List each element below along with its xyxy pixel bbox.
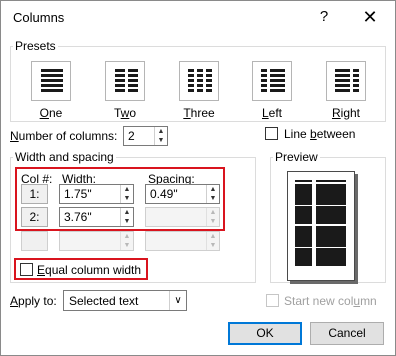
left-columns-icon xyxy=(261,69,285,92)
presets-group-label: Presets xyxy=(13,39,58,53)
cancel-button[interactable]: Cancel xyxy=(310,322,384,345)
width-spacing-group-label: Width and spacing xyxy=(13,150,116,164)
preset-three-button[interactable] xyxy=(179,61,219,101)
preset-two-label: Two xyxy=(113,106,137,120)
preset-left-label: Left xyxy=(261,106,283,120)
columns-dialog: Columns ? ✕ Presets One Two Three Left R… xyxy=(0,0,396,356)
title-bar: Columns ? ✕ xyxy=(1,1,395,33)
highlight-box-equal-width xyxy=(14,258,148,280)
line-between-checkbox[interactable] xyxy=(265,127,278,140)
stepper-up-icon[interactable]: ▲ xyxy=(155,127,167,136)
start-new-column-checkbox xyxy=(266,294,279,307)
stepper-up-icon: ▲ xyxy=(209,233,217,240)
preset-one-label: One xyxy=(39,106,63,120)
preset-right-button[interactable] xyxy=(326,61,366,101)
preset-left-button[interactable] xyxy=(252,61,292,101)
preset-three-label: Three xyxy=(183,106,215,120)
stepper-down-icon: ▼ xyxy=(209,242,217,249)
line-between-label: Line between xyxy=(284,127,356,141)
chevron-down-icon[interactable]: ∨ xyxy=(169,291,186,310)
stepper-down-icon: ▼ xyxy=(123,242,131,249)
one-column-icon xyxy=(41,69,63,92)
dialog-title: Columns xyxy=(13,10,65,25)
preview-group-label: Preview xyxy=(273,150,320,164)
highlight-box-width-spacing xyxy=(15,167,225,231)
right-columns-icon xyxy=(335,69,359,92)
preset-one-button[interactable] xyxy=(31,61,71,101)
number-of-columns-label: Number of columns: xyxy=(10,129,118,143)
preview-columns-icon xyxy=(295,180,346,266)
col-3-button xyxy=(21,231,48,251)
help-button[interactable]: ? xyxy=(310,3,338,31)
apply-to-label: Apply to: xyxy=(10,294,57,308)
stepper-up-icon: ▲ xyxy=(123,233,131,240)
three-columns-icon xyxy=(188,69,212,92)
apply-to-value: Selected text xyxy=(69,294,139,308)
ok-button[interactable]: OK xyxy=(228,322,302,345)
start-new-column-label: Start new column xyxy=(284,294,377,308)
preview-page xyxy=(287,171,355,281)
number-of-columns-stepper[interactable]: 2 ▲ ▼ xyxy=(123,126,168,146)
preset-right-label: Right xyxy=(331,106,361,120)
number-of-columns-value: 2 xyxy=(128,129,135,143)
apply-to-select[interactable]: Selected text ∨ xyxy=(63,290,187,311)
close-button[interactable]: ✕ xyxy=(351,3,389,31)
stepper-down-icon[interactable]: ▼ xyxy=(155,136,167,145)
col-3-width-stepper: ▲ ▼ xyxy=(59,231,134,251)
col-3-spacing-stepper: ▲ ▼ xyxy=(145,231,220,251)
preset-two-button[interactable] xyxy=(105,61,145,101)
two-columns-icon xyxy=(115,69,138,92)
